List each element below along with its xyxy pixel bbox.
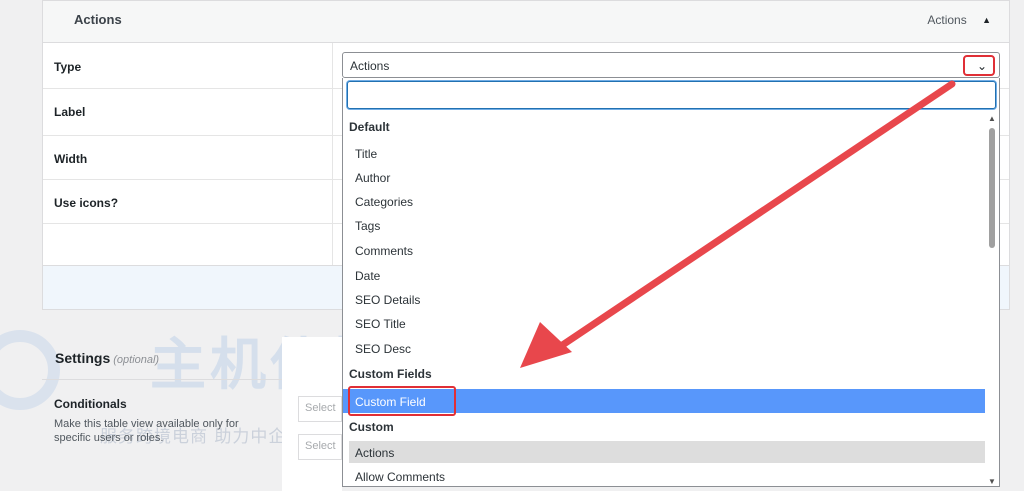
option-date[interactable]: Date: [355, 269, 380, 283]
settings-title: Settings (optional): [55, 350, 159, 366]
settings-title-text: Settings: [55, 350, 111, 366]
option-group-custom-fields: Custom Fields: [349, 367, 432, 381]
panel-header-summary[interactable]: Actions ▲: [927, 13, 991, 27]
option-comments[interactable]: Comments: [355, 244, 413, 258]
conditionals-description: Make this table view available only for …: [54, 418, 239, 444]
type-select-dropdown: Default Title Author Categories Tags Com…: [342, 78, 1000, 487]
caret-up-icon[interactable]: ▲: [982, 15, 991, 25]
option-categories[interactable]: Categories: [355, 195, 413, 209]
option-custom-field[interactable]: Custom Field: [343, 386, 985, 416]
conditionals-users-select[interactable]: Select: [298, 396, 342, 422]
option-author[interactable]: Author: [355, 171, 390, 185]
option-group-default: Default: [349, 120, 390, 134]
scroll-up-arrow-icon[interactable]: ▲: [988, 114, 996, 123]
conditionals-label: Conditionals: [54, 397, 127, 411]
option-title[interactable]: Title: [355, 147, 377, 161]
dropdown-scrollbar[interactable]: ▲ ▼: [987, 114, 997, 486]
conditionals-roles-select[interactable]: Select: [298, 434, 342, 460]
option-tags[interactable]: Tags: [355, 219, 380, 233]
row-label-label: Label: [54, 105, 86, 119]
panel-title: Actions: [74, 12, 122, 27]
option-seo-title[interactable]: SEO Title: [355, 317, 406, 331]
type-select[interactable]: Actions ⌄: [342, 52, 1000, 78]
option-seo-details[interactable]: SEO Details: [355, 293, 420, 307]
settings-section: Settings (optional) Conditionals Make thi…: [42, 337, 282, 491]
option-actions-label: Actions: [355, 446, 395, 460]
row-label-type: Type: [54, 60, 82, 74]
option-seo-desc[interactable]: SEO Desc: [355, 342, 411, 356]
chevron-down-icon[interactable]: ⌄: [977, 59, 987, 73]
row-label-use-icons: Use icons?: [54, 196, 119, 210]
settings-divider: [42, 379, 282, 380]
option-allow-comments[interactable]: Allow Comments: [355, 470, 445, 484]
panel-header[interactable]: Actions Actions ▲: [43, 1, 1009, 43]
dropdown-search-input[interactable]: [347, 81, 996, 109]
row-label-width: Width: [54, 152, 88, 166]
option-group-custom: Custom: [349, 420, 394, 434]
panel-header-type: Actions: [927, 13, 967, 27]
settings-optional-label: (optional): [113, 354, 160, 366]
scroll-down-arrow-icon[interactable]: ▼: [988, 477, 996, 486]
scrollbar-thumb[interactable]: [989, 128, 995, 248]
option-actions[interactable]: Actions: [349, 441, 985, 463]
custom-field-annotation-box: [348, 386, 456, 416]
type-select-value: Actions: [350, 59, 390, 73]
